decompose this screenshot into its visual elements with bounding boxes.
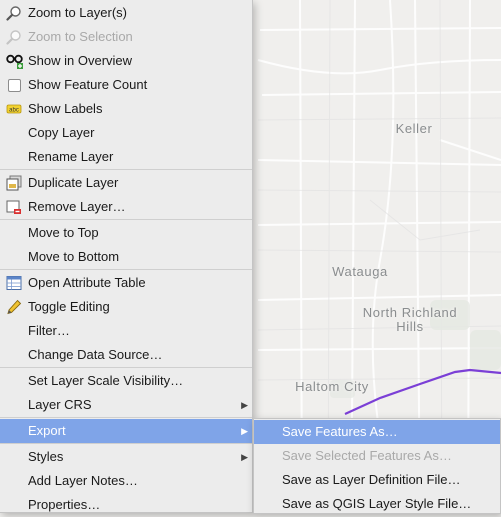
menu-item-set-layer-scale-visibility[interactable]: Set Layer Scale Visibility…: [0, 369, 252, 393]
menu-item-layer-crs[interactable]: Layer CRS ▶: [0, 393, 252, 417]
submenu-arrow-icon: ▶: [241, 426, 248, 436]
menu-separator: [0, 169, 252, 170]
labels-icon: abc: [6, 101, 22, 117]
menu-item-export[interactable]: Export ▶: [0, 419, 252, 443]
menu-item-toggle-editing[interactable]: Toggle Editing: [0, 295, 252, 319]
menu-item-move-to-top[interactable]: Move to Top: [0, 221, 252, 245]
menu-item-label: Show in Overview: [28, 53, 133, 68]
duplicate-layer-icon: [6, 175, 22, 191]
menu-item-label: Set Layer Scale Visibility…: [28, 373, 184, 388]
menu-separator: [0, 367, 252, 368]
attribute-table-icon: [6, 275, 22, 291]
menu-item-label: Change Data Source…: [28, 347, 163, 362]
city-label-haltom-city: Haltom City: [295, 379, 369, 394]
menu-separator: [0, 219, 252, 220]
submenu-arrow-icon: ▶: [241, 400, 248, 410]
svg-text:abc: abc: [9, 108, 19, 114]
pencil-icon: [6, 299, 22, 315]
menu-item-label: Show Feature Count: [28, 77, 148, 92]
menu-item-copy-layer[interactable]: Copy Layer: [0, 121, 252, 145]
submenu-arrow-icon: ▶: [241, 452, 248, 462]
menu-item-label: Save as Layer Definition File…: [282, 472, 461, 487]
city-label-north-richland-hills-2: Hills: [396, 319, 424, 334]
menu-item-label: Open Attribute Table: [28, 275, 146, 290]
remove-layer-icon: [6, 199, 22, 215]
menu-item-label: Copy Layer: [28, 125, 95, 140]
menu-item-styles[interactable]: Styles ▶: [0, 445, 252, 469]
menu-item-label: Layer CRS: [28, 397, 92, 412]
menu-item-label: Remove Layer…: [28, 199, 126, 214]
menu-item-label: Zoom to Selection: [28, 29, 133, 44]
zoom-icon: [6, 29, 22, 45]
menu-separator: [0, 443, 252, 444]
menu-item-label: Rename Layer: [28, 149, 114, 164]
menu-item-label: Move to Top: [28, 225, 99, 240]
zoom-icon: [6, 5, 22, 21]
menu-item-label: Duplicate Layer: [28, 175, 119, 190]
menu-item-move-to-bottom[interactable]: Move to Bottom: [0, 245, 252, 269]
menu-item-label: Add Layer Notes…: [28, 473, 138, 488]
menu-item-duplicate-layer[interactable]: Duplicate Layer: [0, 171, 252, 195]
menu-item-show-feature-count[interactable]: Show Feature Count: [0, 73, 252, 97]
menu-item-label: Properties…: [28, 497, 101, 512]
menu-item-label: Styles: [28, 449, 64, 464]
city-label-keller: Keller: [395, 121, 433, 136]
menu-item-zoom-to-layers[interactable]: Zoom to Layer(s): [0, 1, 252, 25]
menu-item-label: Save Features As…: [282, 424, 398, 439]
submenu-item-save-features-as[interactable]: Save Features As…: [254, 420, 500, 444]
menu-item-label: Move to Bottom: [28, 249, 120, 264]
menu-item-filter[interactable]: Filter…: [0, 319, 252, 343]
export-submenu: Save Features As… Save Selected Features…: [253, 418, 501, 514]
submenu-item-save-as-qgis-layer-style-file[interactable]: Save as QGIS Layer Style File…: [254, 492, 500, 516]
menu-item-show-in-overview[interactable]: Show in Overview: [0, 49, 252, 73]
menu-item-change-data-source[interactable]: Change Data Source…: [0, 343, 252, 367]
menu-item-zoom-to-selection[interactable]: Zoom to Selection: [0, 25, 252, 49]
overview-glasses-icon: [6, 53, 23, 69]
feature-count-checkbox[interactable]: [8, 79, 21, 92]
submenu-item-save-selected-features-as[interactable]: Save Selected Features As…: [254, 444, 500, 468]
menu-item-label: Filter…: [28, 323, 70, 338]
menu-item-label: Zoom to Layer(s): [28, 5, 127, 20]
submenu-item-save-as-layer-definition-file[interactable]: Save as Layer Definition File…: [254, 468, 500, 492]
menu-item-properties[interactable]: Properties…: [0, 493, 252, 517]
menu-item-open-attribute-table[interactable]: Open Attribute Table: [0, 271, 252, 295]
menu-separator: [0, 417, 252, 418]
menu-item-show-labels[interactable]: abc Show Labels: [0, 97, 252, 121]
menu-item-label: Toggle Editing: [28, 299, 110, 314]
menu-item-add-layer-notes[interactable]: Add Layer Notes…: [0, 469, 252, 493]
menu-item-rename-layer[interactable]: Rename Layer: [0, 145, 252, 169]
menu-item-label: Save Selected Features As…: [282, 448, 452, 463]
menu-item-label: Export: [28, 423, 66, 438]
menu-item-remove-layer[interactable]: Remove Layer…: [0, 195, 252, 219]
menu-item-label: Save as QGIS Layer Style File…: [282, 496, 472, 511]
city-label-watauga: Watauga: [332, 264, 388, 279]
menu-item-label: Show Labels: [28, 101, 103, 116]
layer-context-menu: Zoom to Layer(s) Zoom to Selection Show …: [0, 0, 253, 513]
menu-separator: [0, 269, 252, 270]
